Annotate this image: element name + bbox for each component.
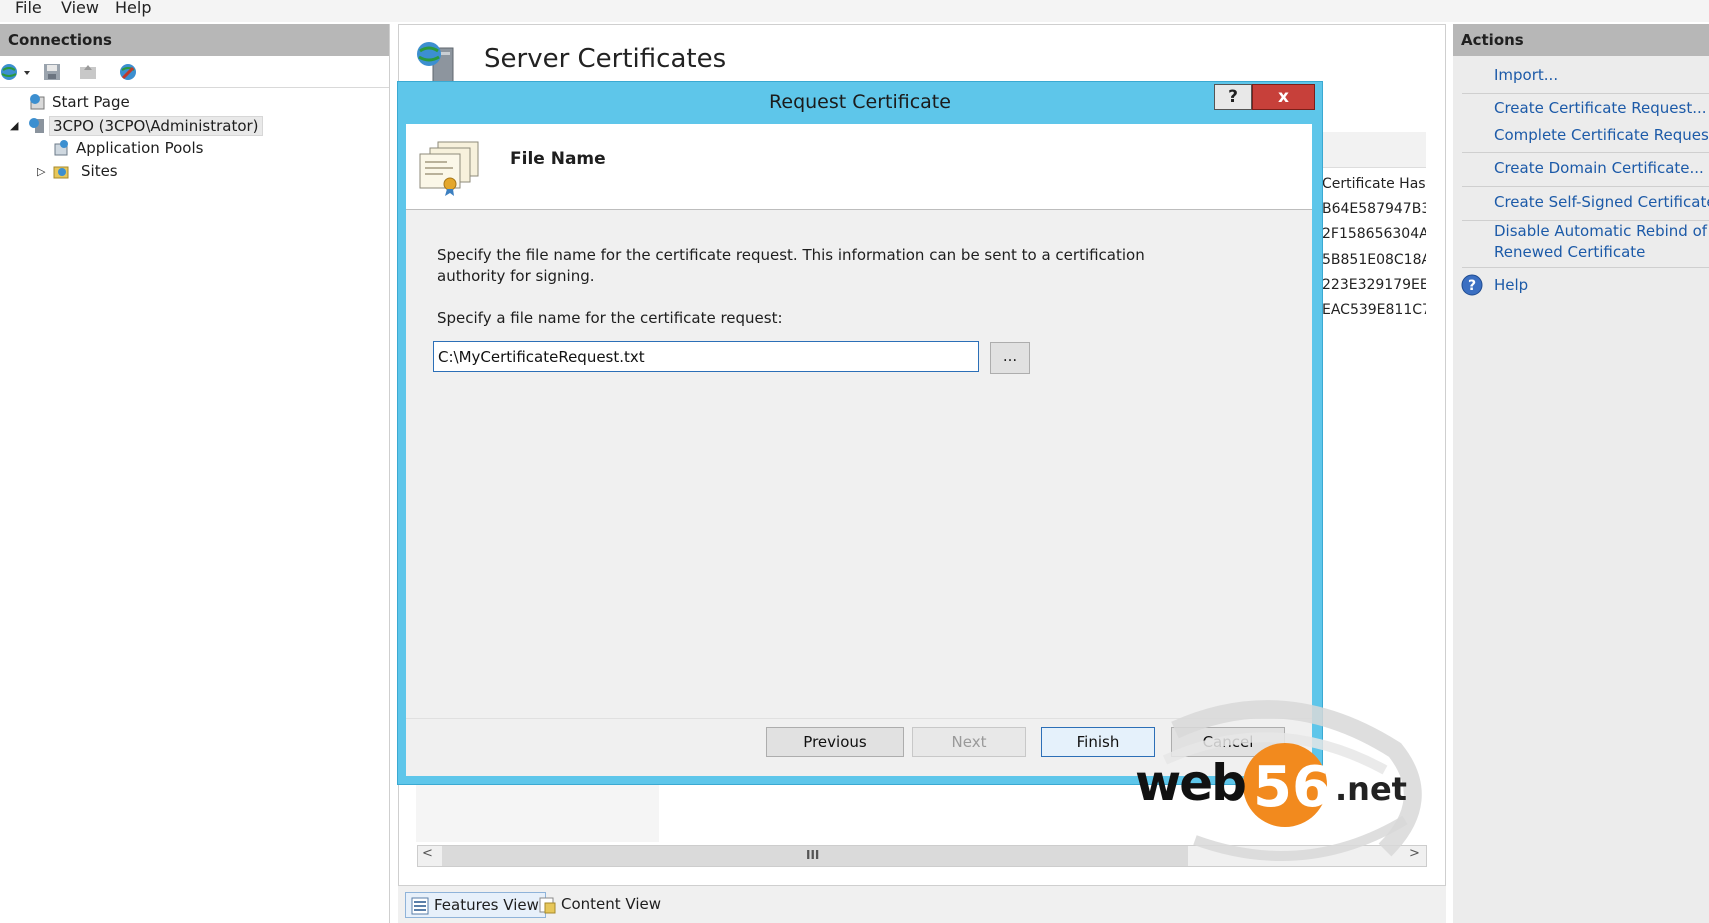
table-row[interactable]: 223E329179EEE — [1322, 277, 1426, 293]
scroll-left-icon[interactable]: < — [422, 846, 433, 861]
view-tabs: Features View Content View — [398, 886, 1446, 923]
dialog-close-button[interactable]: x — [1252, 84, 1315, 110]
help-icon[interactable]: ? — [1461, 274, 1483, 296]
tab-content-view[interactable]: Content View — [533, 892, 667, 918]
divider — [1462, 186, 1709, 187]
next-button[interactable]: Next — [912, 727, 1026, 757]
disconnect-globe-icon[interactable] — [118, 62, 138, 82]
content-view-icon — [539, 897, 556, 914]
up-level-icon[interactable] — [78, 62, 98, 82]
dialog-description: Specify the file name for the certificat… — [437, 246, 1145, 285]
action-import[interactable]: Import... — [1494, 66, 1558, 84]
collapse-arrow-icon[interactable]: ◢ — [10, 119, 18, 132]
menu-help[interactable]: Help — [115, 0, 151, 17]
svg-text:web: web — [1135, 754, 1245, 812]
action-create-certificate-request[interactable]: Create Certificate Request... — [1494, 99, 1707, 117]
menu-view[interactable]: View — [61, 0, 99, 17]
svg-text:.net: .net — [1335, 770, 1407, 808]
svg-text:?: ? — [1468, 278, 1476, 294]
previous-button[interactable]: Previous — [766, 727, 904, 757]
divider — [1462, 93, 1709, 94]
sites-folder-icon — [53, 166, 69, 179]
action-create-domain-certificate[interactable]: Create Domain Certificate... — [1494, 159, 1704, 177]
divider — [1462, 152, 1709, 153]
server-icon — [29, 118, 44, 133]
list-empty-area — [416, 784, 659, 842]
connections-toolbar — [0, 56, 389, 88]
connections-pane: Connections Start Page ◢ 3CPO (3CPO\Admi… — [0, 24, 390, 923]
page-title: Server Certificates — [484, 44, 727, 74]
connect-globe-icon[interactable] — [0, 62, 20, 82]
divider — [1462, 267, 1709, 268]
save-icon[interactable] — [42, 62, 62, 82]
browse-button[interactable]: ... — [990, 342, 1030, 374]
svg-text:56: 56 — [1253, 755, 1331, 820]
file-name-input[interactable] — [433, 341, 979, 372]
action-create-self-signed-certificate[interactable]: Create Self-Signed Certificate... — [1494, 193, 1709, 211]
application-pools-icon — [54, 140, 68, 156]
table-row[interactable]: 5B851E08C18A — [1322, 252, 1426, 268]
action-complete-certificate-request[interactable]: Complete Certificate Request... — [1494, 126, 1709, 144]
tab-features-view[interactable]: Features View — [405, 892, 546, 918]
tree-application-pools[interactable]: Application Pools — [0, 138, 389, 160]
tree-start-page[interactable]: Start Page — [0, 92, 389, 114]
actions-title: Actions — [1453, 24, 1709, 56]
server-certificates-icon — [417, 42, 454, 83]
table-row[interactable]: B64E587947B3 — [1322, 201, 1426, 217]
dropdown-arrow-icon[interactable] — [22, 62, 32, 82]
dialog-title: Request Certificate — [769, 91, 951, 113]
dialog-help-button[interactable]: ? — [1214, 84, 1252, 110]
expand-arrow-icon[interactable]: ▷ — [37, 165, 45, 178]
start-page-icon — [30, 94, 45, 110]
scroll-grip-icon: III — [806, 848, 820, 862]
certificate-stack-icon — [419, 141, 479, 196]
dialog-step-heading: File Name — [510, 149, 606, 169]
divider — [1462, 220, 1709, 221]
tree-server-node[interactable]: ◢ 3CPO (3CPO\Administrator) — [0, 115, 389, 137]
action-help[interactable]: Help — [1494, 276, 1528, 294]
connections-title: Connections — [0, 24, 389, 56]
column-header-certificate-hash[interactable]: Certificate Hash — [1322, 176, 1426, 192]
file-name-label: Specify a file name for the certificate … — [437, 309, 783, 327]
table-row[interactable]: EAC539E811C7 — [1322, 302, 1426, 318]
table-row[interactable]: 2F158656304A — [1322, 226, 1426, 242]
certificate-list-header — [1322, 132, 1426, 168]
action-disable-automatic-rebind-line2[interactable]: Renewed Certificate — [1494, 243, 1645, 261]
menu-file[interactable]: File — [15, 0, 42, 17]
web56-watermark-logo: web 56 .net — [1135, 700, 1422, 861]
tree-sites[interactable]: ▷ Sites — [0, 161, 389, 183]
menu-bar: File View Help — [0, 0, 1709, 22]
action-disable-automatic-rebind[interactable]: Disable Automatic Rebind of — [1494, 222, 1707, 240]
features-view-icon — [411, 897, 429, 915]
